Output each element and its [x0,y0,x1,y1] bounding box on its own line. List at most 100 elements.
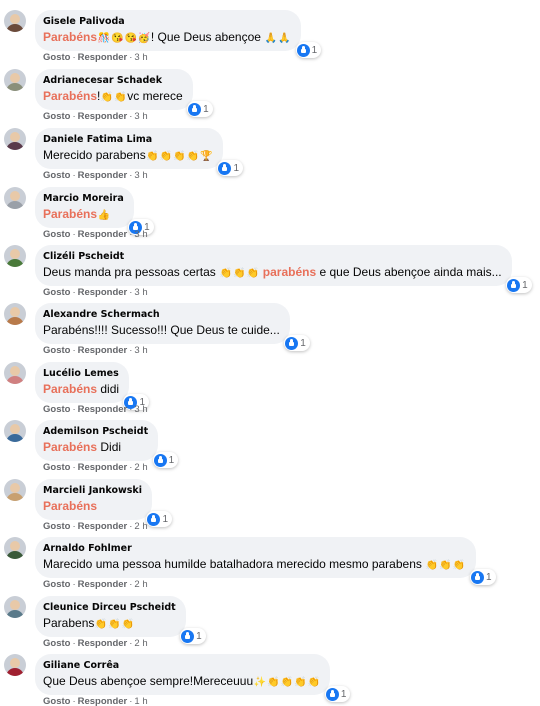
reply-button[interactable]: Responder [78,696,128,706]
comment-timestamp[interactable]: 1 h [134,696,147,706]
reply-button[interactable]: Responder [78,404,128,415]
comment-author[interactable]: Marcio Moreira [43,192,124,205]
comment-author[interactable]: Lucélio Lemes [43,367,119,380]
avatar[interactable] [4,479,26,501]
comment-author[interactable]: Arnaldo Fohlmer [43,542,466,555]
avatar[interactable] [4,654,26,676]
comment-timestamp[interactable]: 2 h [134,579,147,590]
reaction-count-badge[interactable]: 1 [152,452,179,468]
avatar[interactable] [4,303,26,325]
like-button[interactable]: Gosto [43,579,70,590]
reply-button[interactable]: Responder [78,111,128,122]
reaction-count-badge[interactable]: 1 [146,511,173,527]
reply-button[interactable]: Responder [78,170,128,181]
avatar[interactable] [4,362,26,384]
like-button[interactable]: Gosto [43,111,70,122]
reply-button[interactable]: Responder [78,638,128,649]
reaction-count-badge[interactable]: 1 [295,42,322,58]
comment-timestamp[interactable]: 3 h [134,170,147,181]
comment-author[interactable]: Ademilson Pscheidt [43,425,148,438]
like-reaction-icon [181,629,195,643]
like-button[interactable]: Gosto [43,462,70,473]
like-button[interactable]: Gosto [43,287,70,298]
comment-text: Parabéns👍 [43,206,124,222]
emoji-icon: 👏 [114,92,127,103]
comment-author[interactable]: Cleunice Dirceu Pscheidt [43,601,176,614]
comment-author[interactable]: Giliane Corrêa [43,659,320,672]
comment-timestamp[interactable]: 3 h [134,404,147,415]
comment-author[interactable]: Adrianecesar Schadek [43,74,183,87]
comment-author[interactable]: Daniele Fatima Lima [43,133,213,146]
reply-button[interactable]: Responder [78,345,128,356]
reply-button[interactable]: Responder [78,521,128,532]
reaction-count-badge[interactable]: 1 [284,335,310,351]
emoji-icon: 🏆 [200,151,213,162]
avatar[interactable] [4,69,26,91]
reaction-count-badge[interactable]: 1 [217,160,243,176]
comment-text: Parabéns!👏👏vc merece [43,88,183,104]
comment-text: Parabéns!!!! Sucesso!!! Que Deus te cuid… [43,322,280,338]
separator: · [72,170,76,181]
avatar[interactable] [4,128,26,150]
like-button[interactable]: Gosto [43,521,70,532]
separator: · [129,521,133,532]
reply-button[interactable]: Responder [78,579,128,590]
text-segment: Que Deus abençoe sempre!Mereceuuu [43,674,254,688]
like-button[interactable]: Gosto [43,345,70,356]
comment-timestamp[interactable]: 3 h [134,52,147,63]
reaction-count-badge[interactable]: 1 [187,101,213,117]
comment-text: Deus manda pra pessoas certas 👏👏👏 parabé… [43,264,502,280]
like-button[interactable]: Gosto [43,170,70,181]
comment-actions: Gosto · Responder · 3 h [43,345,148,357]
like-button[interactable]: Gosto [43,229,70,240]
comment-timestamp[interactable]: 2 h [134,521,147,532]
text-segment: didi [97,382,120,396]
avatar[interactable] [4,596,26,618]
reaction-count: 1 [300,337,306,349]
reaction-count: 1 [233,162,239,174]
avatar-face [10,73,20,83]
avatar[interactable] [4,10,26,32]
avatar-face [10,541,20,551]
comment-timestamp[interactable]: 2 h [134,638,147,649]
comment-timestamp[interactable]: 3 h [134,287,147,298]
avatar[interactable] [4,187,26,209]
like-reaction-icon [285,336,299,350]
like-button[interactable]: Gosto [43,696,70,706]
comment-author[interactable]: Gisele Palivoda [43,15,291,28]
like-button[interactable]: Gosto [43,638,70,649]
avatar-face [10,14,20,24]
comment-item: Clizéli Pscheidt Deus manda pra pessoas c… [0,243,540,301]
emoji-icon: 😘 [110,33,124,44]
text-segment: Parabens [43,616,95,630]
text-segment: ! [97,89,101,103]
separator: · [72,229,76,240]
reaction-count-badge[interactable]: 1 [180,628,206,644]
separator: · [129,170,133,181]
separator: · [129,229,133,240]
comment-item: Arnaldo Fohlmer Marecido uma pessoa humil… [0,535,540,593]
comment-timestamp[interactable]: 2 h [134,462,147,473]
comment-timestamp[interactable]: 3 h [134,111,147,122]
separator: · [72,287,76,298]
like-button[interactable]: Gosto [43,404,70,415]
emoji-icon: 👏 [280,677,293,688]
reply-button[interactable]: Responder [78,229,128,240]
avatar[interactable] [4,420,26,442]
avatar[interactable] [4,537,26,559]
reply-button[interactable]: Responder [78,52,128,63]
comment-author[interactable]: Marcieli Jankowski [43,484,142,497]
reaction-count-badge[interactable]: 1 [506,277,532,293]
avatar[interactable] [4,245,26,267]
reply-button[interactable]: Responder [78,462,128,473]
comment-author[interactable]: Clizéli Pscheidt [43,250,502,263]
text-segment: e que Deus abençoe ainda mais... [316,265,502,279]
comment-timestamp[interactable]: 3 h [134,345,147,356]
avatar-body [6,610,24,618]
reply-button[interactable]: Responder [78,287,128,298]
comment-timestamp[interactable]: 3 h [134,229,147,240]
reaction-count-badge[interactable]: 1 [470,569,496,585]
reaction-count-badge[interactable]: 1 [324,686,351,702]
comment-author[interactable]: Alexandre Schermach [43,308,280,321]
like-button[interactable]: Gosto [43,52,70,63]
